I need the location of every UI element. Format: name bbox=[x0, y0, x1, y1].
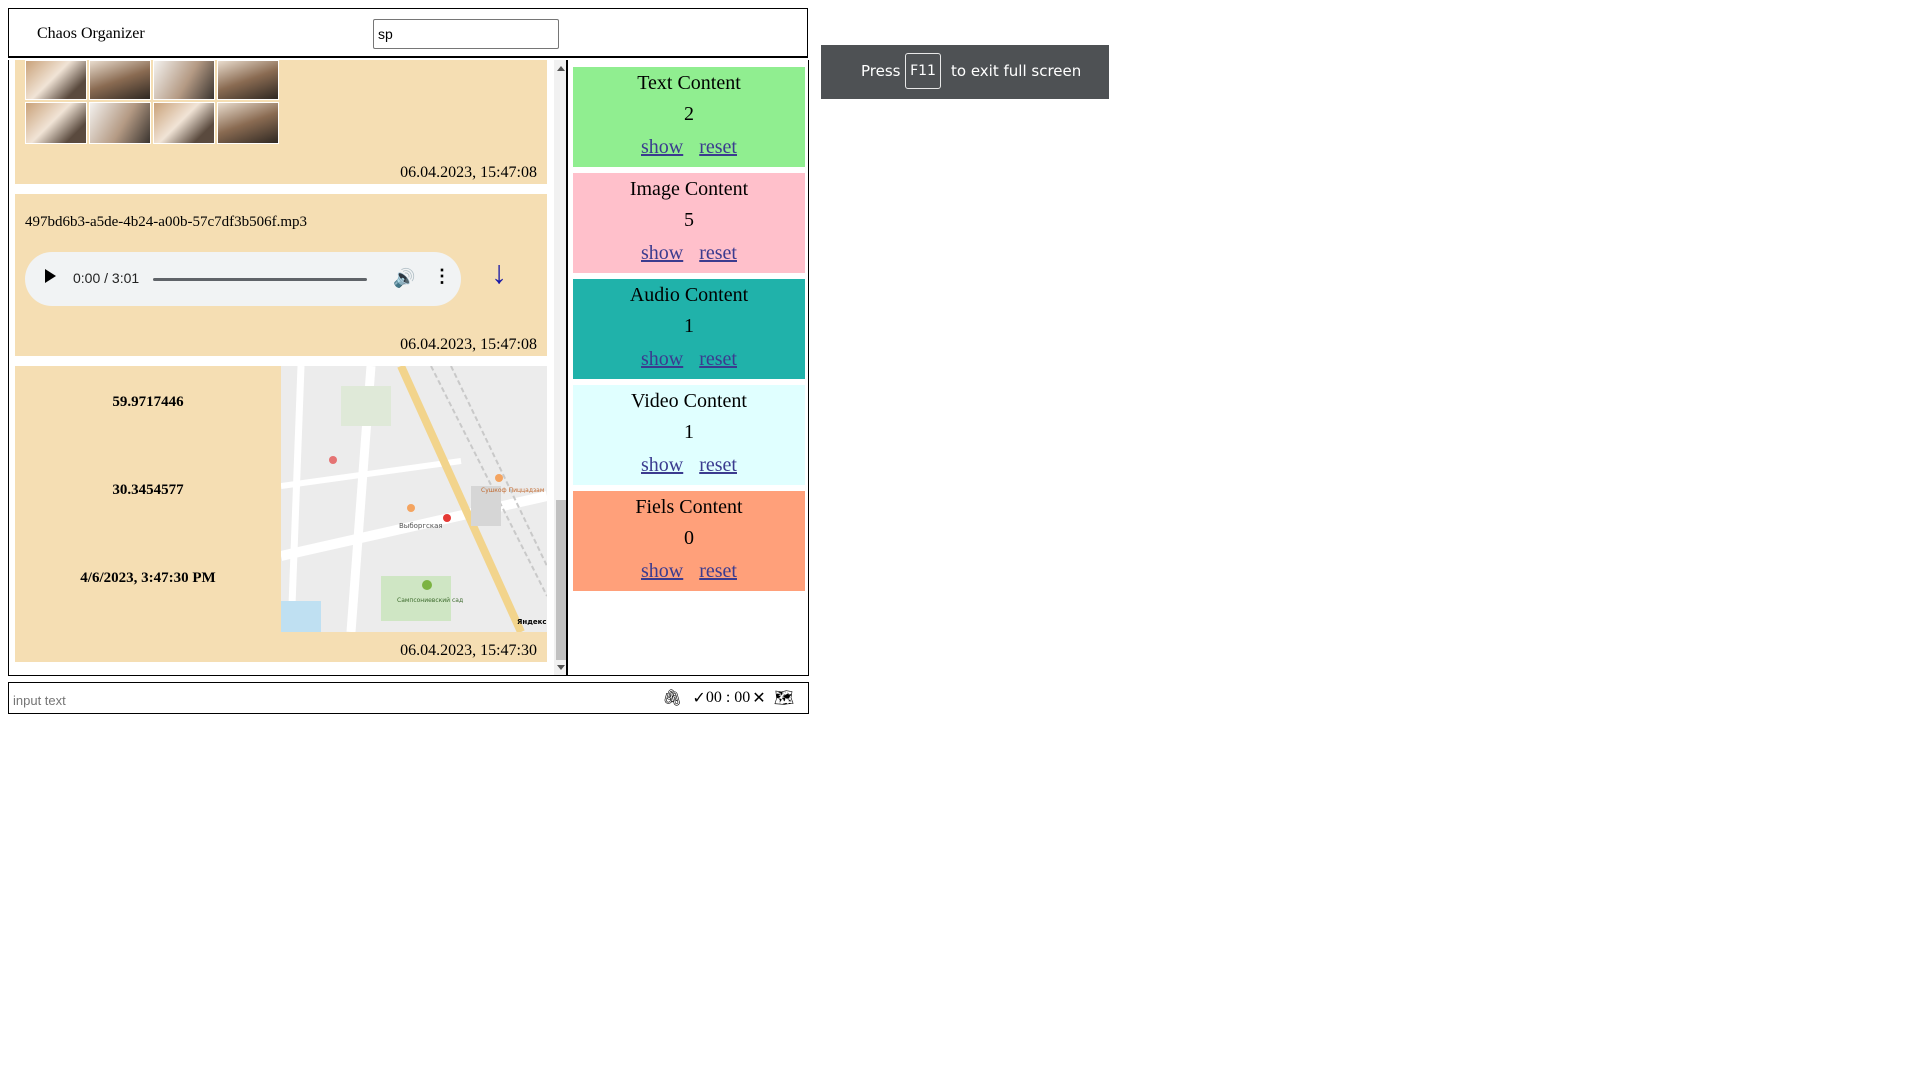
reset-link[interactable]: reset bbox=[699, 454, 737, 476]
stat-files: Fiels Content 0 show reset bbox=[573, 491, 805, 591]
app-title: Chaos Organizer bbox=[37, 25, 145, 42]
map-label-cafe: Сушкоф Пиццадзам bbox=[481, 487, 544, 494]
paperclip-icon[interactable]: 🖇 bbox=[662, 688, 682, 708]
stat-audio: Audio Content 1 show reset bbox=[573, 279, 805, 379]
content-stats-panel: Text Content 2 show reset Image Content 5… bbox=[566, 60, 809, 676]
image-thumbnail[interactable] bbox=[89, 60, 151, 100]
scrollbar-thumb[interactable] bbox=[556, 500, 566, 660]
stat-count: 1 bbox=[684, 421, 694, 443]
stat-label: Text Content bbox=[637, 72, 741, 94]
map-icon[interactable]: 🗺 bbox=[774, 688, 794, 708]
geo-post: 59.9717446 30.3454577 4/6/2023, 3:47:30 … bbox=[15, 366, 547, 662]
reset-link[interactable]: reset bbox=[699, 348, 737, 370]
toast-message: to exit full screen bbox=[951, 62, 1082, 80]
map-label-metro: Выборгская bbox=[399, 522, 443, 530]
fullscreen-toast: Press F11 to exit full screen bbox=[821, 45, 1109, 99]
f11-key: F11 bbox=[905, 53, 941, 89]
stat-label: Audio Content bbox=[629, 284, 749, 306]
show-link[interactable]: show bbox=[641, 242, 683, 264]
post-timestamp: 06.04.2023, 15:47:08 bbox=[400, 336, 537, 353]
show-link[interactable]: show bbox=[641, 348, 683, 370]
stat-count: 0 bbox=[684, 527, 694, 549]
map-graphic: Выборгская Сампсониевский сад Сушкоф Пиц… bbox=[281, 366, 547, 632]
show-link[interactable]: show bbox=[641, 560, 683, 582]
image-thumbnail[interactable] bbox=[217, 102, 279, 144]
stat-count: 2 bbox=[684, 103, 694, 125]
stat-count: 1 bbox=[684, 315, 694, 337]
scroll-down-icon[interactable] bbox=[557, 665, 565, 670]
scroll-up-icon[interactable] bbox=[557, 66, 565, 71]
stat-text: Text Content 2 show reset bbox=[573, 67, 805, 167]
message-feed[interactable]: 06.04.2023, 15:47:08 497bd6b3-a5de-4b24-… bbox=[8, 60, 568, 676]
longitude: 30.3454577 bbox=[112, 482, 184, 498]
checkmark-icon[interactable]: ✓ bbox=[692, 688, 705, 708]
stat-label: Video Content bbox=[630, 390, 747, 412]
reset-link[interactable]: reset bbox=[699, 136, 737, 158]
image-thumbnail[interactable] bbox=[89, 102, 151, 144]
show-link[interactable]: show bbox=[641, 454, 683, 476]
map-label-park: Сампсониевский сад bbox=[397, 597, 463, 604]
down-arrow-icon[interactable]: ↓ bbox=[491, 254, 507, 291]
image-thumbnail[interactable] bbox=[153, 102, 215, 144]
volume-icon[interactable]: 🔊 bbox=[393, 268, 415, 289]
image-thumbnail[interactable] bbox=[217, 60, 279, 100]
latitude: 59.9717446 bbox=[112, 394, 184, 410]
post-timestamp: 06.04.2023, 15:47:08 bbox=[400, 164, 537, 181]
show-link[interactable]: show bbox=[641, 136, 683, 158]
image-thumbnail[interactable] bbox=[25, 102, 87, 144]
stat-video: Video Content 1 show reset bbox=[573, 385, 805, 485]
image-post: 06.04.2023, 15:47:08 bbox=[15, 60, 547, 184]
message-input-bar: 🖇 ✓ 00 : 00 ✕ 🗺 bbox=[8, 682, 809, 714]
seek-bar[interactable] bbox=[153, 278, 367, 281]
audio-filename: 497bd6b3-a5de-4b24-a00b-57c7df3b506f.mp3 bbox=[25, 214, 308, 230]
more-options-icon[interactable]: ⋮ bbox=[433, 266, 451, 287]
reset-link[interactable]: reset bbox=[699, 560, 737, 582]
geo-datetime: 4/6/2023, 3:47:30 PM bbox=[80, 570, 216, 586]
map-brand: Яндекс bbox=[517, 618, 547, 626]
player-time: 0:00 / 3:01 bbox=[73, 270, 140, 286]
close-icon[interactable]: ✕ bbox=[752, 688, 765, 708]
post-timestamp: 06.04.2023, 15:47:30 bbox=[400, 642, 537, 659]
message-input[interactable] bbox=[11, 689, 615, 711]
audio-post: 497bd6b3-a5de-4b24-a00b-57c7df3b506f.mp3… bbox=[15, 194, 547, 356]
image-thumbnails bbox=[25, 60, 279, 146]
reset-link[interactable]: reset bbox=[699, 242, 737, 264]
stat-image: Image Content 5 show reset bbox=[573, 173, 805, 273]
toast-press: Press bbox=[861, 62, 901, 80]
record-timer: 00 : 00 bbox=[705, 689, 751, 706]
image-thumbnail[interactable] bbox=[153, 60, 215, 100]
stat-count: 5 bbox=[684, 209, 694, 231]
map-view[interactable]: Выборгская Сампсониевский сад Сушкоф Пиц… bbox=[281, 366, 547, 632]
search-input[interactable] bbox=[373, 19, 559, 49]
header: Chaos Organizer bbox=[8, 8, 808, 58]
stat-label: Image Content bbox=[629, 178, 749, 200]
play-icon[interactable] bbox=[45, 269, 56, 283]
audio-player[interactable]: 0:00 / 3:01 🔊 ⋮ bbox=[25, 252, 461, 306]
image-thumbnail[interactable] bbox=[25, 60, 87, 100]
input-tools: 🖇 ✓ 00 : 00 ✕ 🗺 bbox=[662, 688, 794, 708]
stat-label: Fiels Content bbox=[635, 496, 743, 518]
